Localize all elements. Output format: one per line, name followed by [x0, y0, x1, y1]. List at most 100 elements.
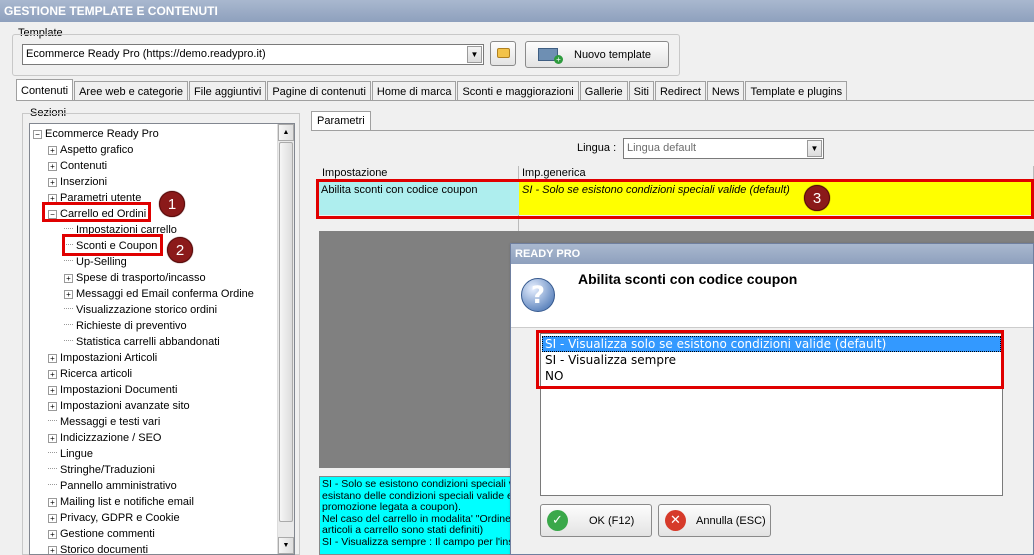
info-panel: SI - Solo se esistono condizioni special… [319, 476, 519, 555]
tree-item[interactable]: + Spese di trasporto/incasso [64, 270, 206, 286]
expand-icon[interactable]: + [48, 354, 57, 363]
template-select[interactable]: Ecommerce Ready Pro (https://demo.readyp… [22, 44, 484, 65]
tree-connector [48, 452, 57, 453]
expand-icon[interactable]: + [48, 498, 57, 507]
tree-item[interactable]: + Impostazioni Articoli [48, 350, 157, 366]
tree-item-label: Ricerca articoli [60, 368, 133, 380]
tree-item-label: Gestione commenti [60, 528, 155, 540]
choice-dialog: READY PRO ? Abilita sconti con codice co… [510, 243, 1034, 555]
tree-item[interactable]: + Contenuti [48, 158, 107, 174]
open-folder-button[interactable] [490, 41, 516, 66]
chevron-down-icon[interactable]: ▼ [807, 140, 822, 157]
tree-item[interactable]: + Aspetto grafico [48, 142, 133, 158]
tree-item[interactable]: Messaggi e testi vari [48, 414, 160, 430]
tree-item[interactable]: Visualizzazione storico ordini [64, 302, 217, 318]
expand-icon[interactable]: + [48, 178, 57, 187]
tree-item[interactable]: + Privacy, GDPR e Cookie [48, 510, 180, 526]
tree-item[interactable]: Pannello amministrativo [48, 478, 177, 494]
tab-file-aggiuntivi[interactable]: File aggiuntivi [189, 81, 267, 101]
expand-icon[interactable]: + [48, 546, 57, 554]
highlight-setting-row [316, 179, 1034, 219]
close-icon: ✕ [665, 510, 686, 531]
info-line: promozione legata a coupon). [322, 501, 461, 513]
tree-item-label: Lingue [60, 448, 94, 460]
tree-item[interactable]: + Gestione commenti [48, 526, 155, 542]
expand-icon[interactable]: + [48, 146, 57, 155]
tree-item-label: Spese di trasporto/incasso [76, 272, 206, 284]
highlight-sconti-coupon [62, 234, 163, 256]
tree-item[interactable]: Lingue [48, 446, 93, 462]
new-template-label: Nuovo template [574, 49, 652, 61]
tree-connector [64, 228, 73, 229]
lingua-label: Lingua : [577, 142, 617, 154]
tab-aree-web-e-categorie[interactable]: Aree web e categorie [74, 81, 189, 101]
tree-scrollbar[interactable]: ▲ ▼ [277, 124, 294, 554]
tab-pagine-di-contenuti[interactable]: Pagine di contenuti [267, 81, 371, 101]
tree-item-label: Messaggi ed Email conferma Ordine [76, 288, 254, 300]
expand-icon[interactable]: + [48, 162, 57, 171]
tree-item[interactable]: Statistica carrelli abbandonati [64, 334, 220, 350]
expand-icon[interactable]: + [64, 274, 73, 283]
scroll-thumb[interactable] [279, 142, 293, 522]
tree-item[interactable]: + Storico documenti [48, 542, 149, 555]
tab-sconti-e-maggiorazioni[interactable]: Sconti e maggiorazioni [457, 81, 579, 101]
expand-icon[interactable]: + [48, 370, 57, 379]
ok-label: OK (F12) [589, 515, 635, 527]
tree-item[interactable]: Richieste di preventivo [64, 318, 187, 334]
step-badge-3: 3 [804, 185, 830, 211]
scroll-up-icon[interactable]: ▲ [278, 124, 294, 141]
tabs-divider [16, 100, 1034, 101]
tree-item[interactable]: + Ricerca articoli [48, 366, 132, 382]
expand-icon[interactable]: + [48, 434, 57, 443]
tree-item-label: Stringhe/Traduzioni [60, 464, 155, 476]
lingua-select[interactable]: Lingua default ▼ [623, 138, 824, 159]
tree-item-label: Statistica carrelli abbandonati [76, 336, 220, 348]
tree-item[interactable]: + Messaggi ed Email conferma Ordine [64, 286, 254, 302]
tree-item-label: Impostazioni Articoli [60, 352, 158, 364]
tab-news[interactable]: News [706, 81, 745, 101]
lingua-select-value: Lingua default [627, 142, 697, 154]
tree-item-label: Pannello amministrativo [60, 480, 177, 492]
collapse-icon[interactable]: − [33, 130, 42, 139]
tree-connector [64, 308, 73, 309]
tab-home-di-marca[interactable]: Home di marca [371, 81, 457, 101]
tab-gallerie[interactable]: Gallerie [579, 81, 628, 101]
chevron-down-icon[interactable]: ▼ [467, 46, 482, 63]
tree-item-label: Messaggi e testi vari [60, 416, 161, 428]
tree-item[interactable]: Up-Selling [64, 254, 127, 270]
scroll-down-icon[interactable]: ▼ [278, 537, 294, 554]
tab-contenuti[interactable]: Contenuti [16, 79, 74, 101]
tab-redirect[interactable]: Redirect [654, 81, 706, 101]
info-line: SI - Solo se esistono condizioni special… [322, 478, 515, 490]
expand-icon[interactable]: + [48, 402, 57, 411]
tree-item-label: Impostazioni avanzate sito [60, 400, 190, 412]
dialog-header: ? Abilita sconti con codice coupon [511, 264, 1033, 328]
new-template-button[interactable]: + Nuovo template [525, 41, 669, 68]
tab-siti[interactable]: Siti [628, 81, 654, 101]
info-line: articoli a carrello sono stati definiti) [322, 524, 484, 536]
tree-root[interactable]: − Ecommerce Ready Pro [33, 126, 159, 142]
expand-icon[interactable]: + [48, 530, 57, 539]
expand-icon[interactable]: + [48, 514, 57, 523]
ok-button[interactable]: ✓ OK (F12) [540, 504, 652, 537]
window-title: GESTIONE TEMPLATE E CONTENUTI [0, 0, 1034, 22]
tab-template-e-plugins[interactable]: Template e plugins [745, 81, 848, 101]
sections-tree[interactable]: − Ecommerce Ready Pro + Aspetto grafico + Co… [29, 123, 295, 555]
tree-item-label: Privacy, GDPR e Cookie [60, 512, 180, 524]
template-select-value: Ecommerce Ready Pro (https://demo.readyp… [26, 48, 266, 60]
expand-icon[interactable]: + [64, 290, 73, 299]
tree-item[interactable]: + Impostazioni Documenti [48, 382, 177, 398]
tab-parametri[interactable]: Parametri [311, 111, 371, 131]
tree-item-label: Storico documenti [60, 544, 149, 555]
tree-connector [48, 484, 57, 485]
expand-icon[interactable]: + [48, 386, 57, 395]
tree-item[interactable]: Stringhe/Traduzioni [48, 462, 155, 478]
tree-item[interactable]: + Indicizzazione / SEO [48, 430, 162, 446]
tree-connector [64, 324, 73, 325]
tree-item[interactable]: + Mailing list e notifiche email [48, 494, 194, 510]
dialog-title: READY PRO [511, 244, 1033, 264]
highlight-carrello [42, 202, 151, 222]
tree-item[interactable]: + Inserzioni [48, 174, 107, 190]
tree-item[interactable]: + Impostazioni avanzate sito [48, 398, 190, 414]
cancel-button[interactable]: ✕ Annulla (ESC) [658, 504, 771, 537]
